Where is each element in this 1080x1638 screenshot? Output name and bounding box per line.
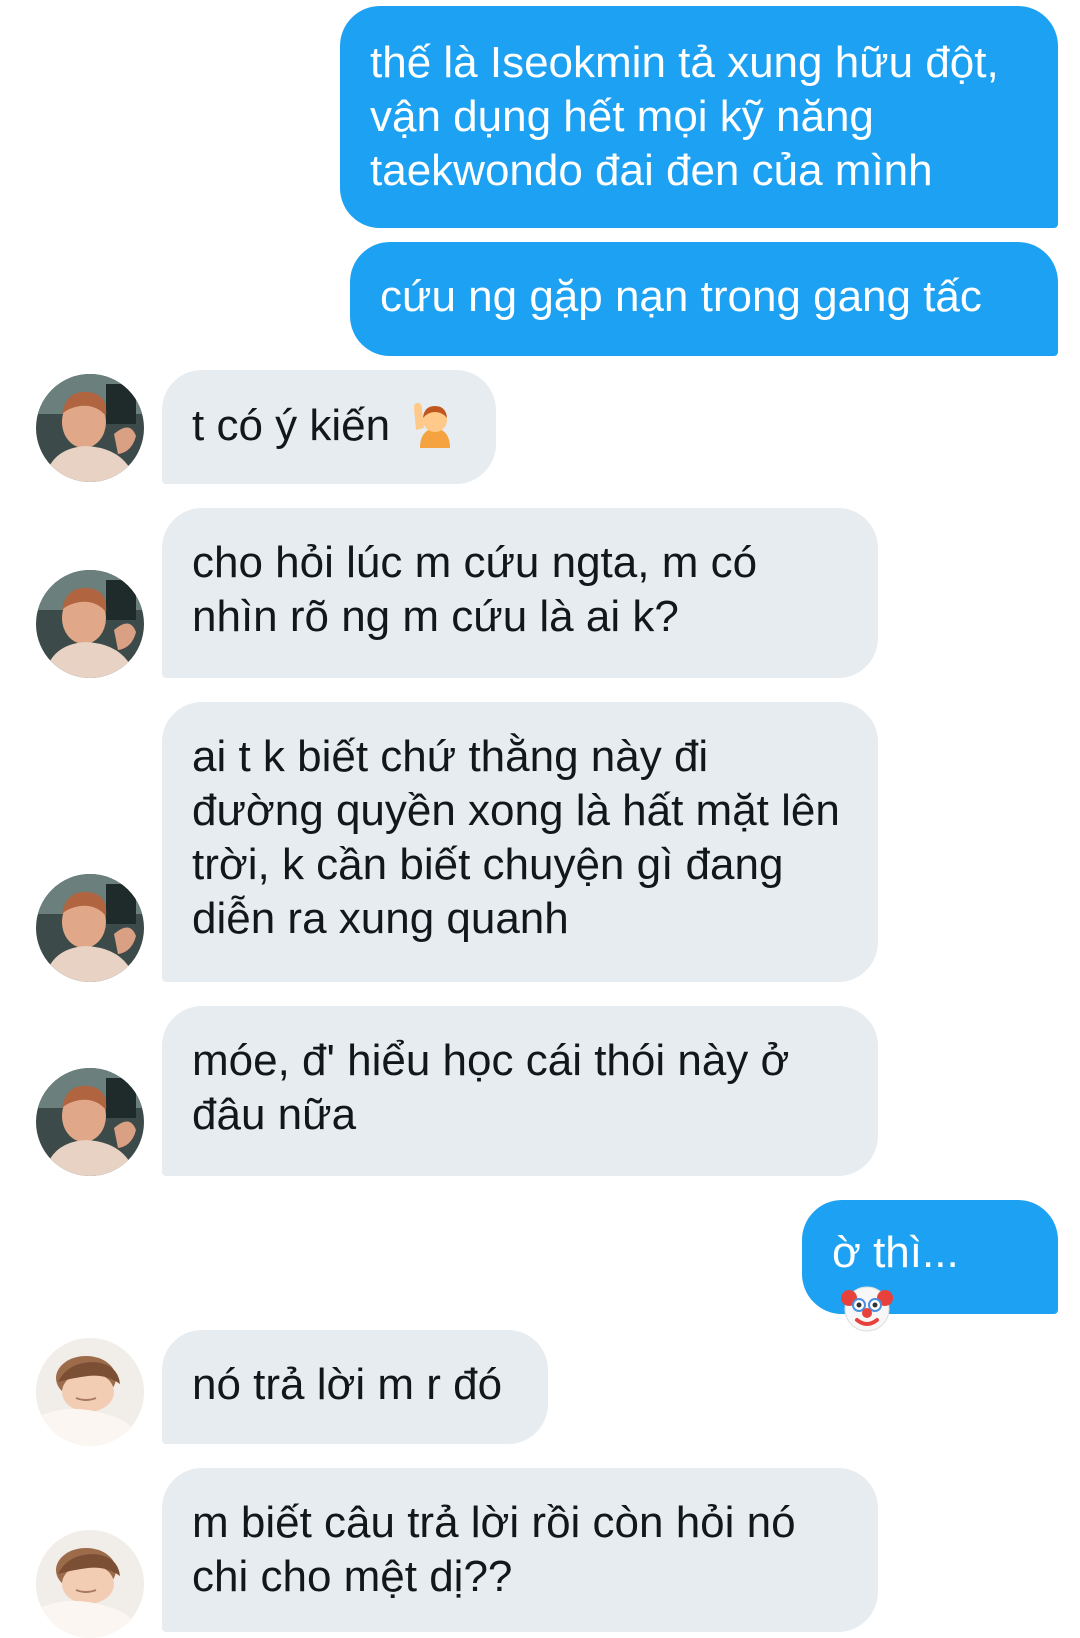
message-text: nó trả lời m r đó (192, 1360, 503, 1409)
incoming-message-bubble[interactable]: ai t k biết chứ thằng này đi đường quyền… (162, 702, 878, 982)
avatar-boy-a-icon (36, 570, 144, 678)
clown-face-emoji-icon (840, 1280, 894, 1347)
outgoing-message-bubble[interactable]: thế là Iseokmin tả xung hữu đột, vận dụn… (340, 6, 1058, 228)
avatar[interactable] (36, 1338, 144, 1446)
message-text: cứu ng gặp nạn trong gang tấc (380, 272, 982, 321)
avatar[interactable] (36, 1530, 144, 1638)
message-text: t có ý kiến (192, 401, 391, 450)
message-text: m biết câu trả lời rồi còn hỏi nó chi ch… (192, 1498, 796, 1601)
avatar[interactable] (36, 874, 144, 982)
incoming-message-bubble[interactable]: nó trả lời m r đó (162, 1330, 548, 1444)
message-text: thế là Iseokmin tả xung hữu đột, vận dụn… (370, 38, 999, 195)
incoming-message-bubble[interactable]: móe, đ' hiểu học cái thói này ở đâu nữa (162, 1006, 878, 1176)
chat-thread: thế là Iseokmin tả xung hữu đột, vận dụn… (0, 0, 1080, 1638)
avatar-boy-a-icon (36, 374, 144, 482)
avatar-boy-a-icon (36, 1068, 144, 1176)
message-text: ờ thì... (832, 1228, 959, 1277)
incoming-message-bubble[interactable]: t có ý kiến (162, 370, 496, 484)
message-text: cho hỏi lúc m cứu ngta, m có nhìn rõ ng … (192, 538, 758, 641)
incoming-message-bubble[interactable]: m biết câu trả lời rồi còn hỏi nó chi ch… (162, 1468, 878, 1632)
outgoing-message-bubble[interactable]: ờ thì... (802, 1200, 1058, 1332)
avatar-boy-b-icon (36, 1530, 144, 1638)
incoming-message-bubble[interactable]: cho hỏi lúc m cứu ngta, m có nhìn rõ ng … (162, 508, 878, 678)
avatar[interactable] (36, 570, 144, 678)
avatar-boy-a-icon (36, 874, 144, 982)
avatar[interactable] (36, 374, 144, 482)
message-text: ai t k biết chứ thằng này đi đường quyền… (192, 732, 840, 943)
avatar[interactable] (36, 1068, 144, 1176)
message-text: móe, đ' hiểu học cái thói này ở đâu nữa (192, 1036, 790, 1139)
avatar-boy-b-icon (36, 1338, 144, 1446)
person-raising-hand-emoji-icon (410, 398, 460, 461)
outgoing-message-bubble[interactable]: cứu ng gặp nạn trong gang tấc (350, 242, 1058, 356)
